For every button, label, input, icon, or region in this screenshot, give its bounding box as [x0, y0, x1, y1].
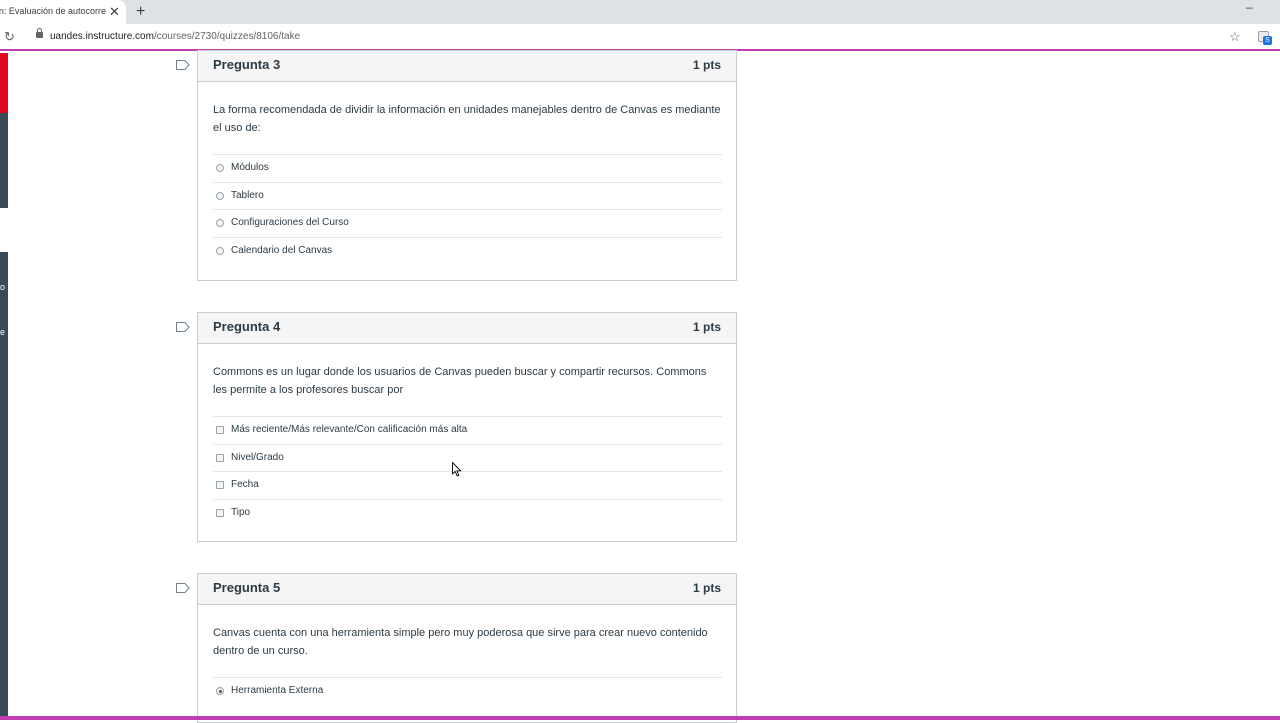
answer-option[interactable]: Nivel/Grado [213, 443, 722, 472]
question-card: Pregunta 4 1 pts Commons es un lugar don… [197, 312, 737, 542]
tab-title: en: Evaluación de autocorre [0, 6, 106, 16]
browser-tab[interactable]: en: Evaluación de autocorre ✕ [0, 0, 126, 24]
answer-option[interactable]: Fecha [213, 471, 722, 499]
radio-button-selected[interactable] [216, 687, 224, 695]
bookmark-star-icon[interactable]: ☆ [1229, 29, 1241, 45]
canvas-sidebar [0, 113, 8, 208]
question-card: Pregunta 5 1 pts Canvas cuenta con una h… [197, 573, 737, 723]
flag-question-icon[interactable] [176, 60, 190, 70]
answer-label[interactable]: Módulos [231, 162, 269, 173]
canvas-sidebar-logo[interactable] [0, 53, 8, 113]
question-header: Pregunta 3 1 pts [198, 51, 736, 82]
question-text: La forma recomendada de dividir la infor… [213, 104, 721, 134]
flag-question-icon[interactable] [176, 583, 190, 593]
url-path: /courses/2730/quizzes/8106/take [153, 31, 301, 42]
reload-icon[interactable]: ↻ [4, 29, 15, 45]
new-tab-icon[interactable]: + [136, 3, 145, 21]
answer-label[interactable]: Herramienta Externa [231, 685, 323, 696]
checkbox[interactable] [216, 508, 224, 517]
answer-option[interactable]: Tablero [213, 181, 722, 210]
screen-border [0, 716, 1280, 720]
url-host: uandes.instructure.com [50, 31, 154, 42]
answer-label[interactable]: Tipo [231, 507, 250, 518]
extension-icon[interactable]: S [1258, 31, 1272, 45]
question-header: Pregunta 5 1 pts [198, 574, 736, 605]
question-points: 1 pts [692, 581, 721, 595]
radio-button[interactable] [216, 246, 224, 255]
flag-question-icon[interactable] [176, 322, 190, 332]
question-title: Pregunta 4 [213, 319, 281, 334]
answer-list: Más reciente/Más relevante/Con calificac… [213, 416, 722, 526]
question-text: Commons es un lugar donde los usuarios d… [213, 366, 707, 396]
answer-list: Módulos Tablero Configuraciones del Curs… [213, 154, 722, 264]
checkbox[interactable] [216, 426, 224, 434]
radio-button[interactable] [216, 191, 224, 200]
question-header: Pregunta 4 1 pts [198, 313, 736, 344]
answer-label[interactable]: Fecha [231, 479, 259, 490]
canvas-sidebar-lower: o e [0, 252, 8, 716]
radio-button[interactable] [216, 219, 224, 227]
answer-label[interactable]: Tablero [231, 190, 264, 201]
lock-icon [36, 28, 43, 38]
answer-list: Herramienta Externa [213, 677, 722, 705]
question-points: 1 pts [692, 58, 721, 72]
mouse-cursor-icon [452, 461, 462, 482]
answer-option[interactable]: Módulos [213, 154, 722, 182]
question-card: Pregunta 3 1 pts La forma recomendada de… [197, 50, 737, 281]
question-title: Pregunta 5 [213, 580, 281, 595]
question-title: Pregunta 3 [213, 57, 281, 72]
answer-label[interactable]: Calendario del Canvas [231, 245, 332, 256]
radio-button[interactable] [216, 164, 224, 172]
browser-tabstrip: en: Evaluación de autocorre ✕ + – [0, 0, 1280, 24]
checkbox[interactable] [216, 453, 224, 462]
close-icon[interactable]: ✕ [109, 4, 120, 20]
answer-option[interactable]: Más reciente/Más relevante/Con calificac… [213, 416, 722, 444]
answer-label[interactable]: Configuraciones del Curso [231, 217, 349, 228]
browser-toolbar: ↻ uandes.instructure.com/courses/2730/qu… [0, 24, 1280, 51]
sidebar-label-2: e [0, 327, 6, 337]
answer-option[interactable]: Herramienta Externa [213, 677, 722, 705]
answer-label[interactable]: Nivel/Grado [231, 452, 284, 463]
address-bar[interactable]: uandes.instructure.com/courses/2730/quiz… [50, 31, 300, 42]
sidebar-label-1: o [0, 282, 6, 292]
answer-option[interactable]: Configuraciones del Curso [213, 209, 722, 237]
checkbox[interactable] [216, 481, 224, 489]
question-text: Canvas cuenta con una herramienta simple… [213, 627, 708, 657]
question-points: 1 pts [692, 320, 721, 334]
minimize-icon[interactable]: – [1246, 0, 1253, 14]
answer-option[interactable]: Calendario del Canvas [213, 236, 722, 265]
answer-label[interactable]: Más reciente/Más relevante/Con calificac… [231, 424, 467, 435]
answer-option[interactable]: Tipo [213, 498, 722, 527]
